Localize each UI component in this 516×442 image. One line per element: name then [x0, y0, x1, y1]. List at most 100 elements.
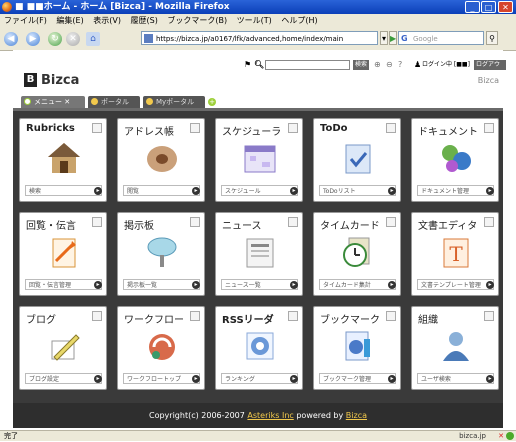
app-card-title[interactable]: ニュース [222, 217, 262, 232]
text-editor-icon[interactable]: T [438, 235, 474, 269]
card-arrow-icon[interactable]: ▸ [94, 281, 102, 289]
card-arrow-icon[interactable]: ▸ [486, 375, 494, 383]
person-icon[interactable] [438, 329, 474, 363]
app-card[interactable]: 掲示板掲示板一覧 ▸ [117, 212, 205, 296]
card-checkbox[interactable] [92, 311, 102, 321]
card-arrow-icon[interactable]: ▸ [192, 281, 200, 289]
app-card-title[interactable]: Rubricks [26, 123, 75, 134]
app-card-title[interactable]: 文書エディタ [418, 217, 477, 232]
forward-icon[interactable]: ▶ [26, 32, 40, 46]
menu-bookmarks[interactable]: ブックマーク(B) [167, 16, 227, 25]
app-search-input[interactable] [265, 60, 350, 70]
magnifier-icon[interactable]: 🔍︎ [254, 60, 264, 70]
add-tab-icon[interactable]: + [208, 98, 216, 106]
card-checkbox[interactable] [288, 311, 298, 321]
card-submenu[interactable]: ニュース一覧 [221, 279, 298, 290]
card-submenu[interactable]: ブックマーク管理 [319, 373, 396, 384]
card-submenu[interactable]: ブログ設定 [25, 373, 102, 384]
clock-icon[interactable] [340, 235, 376, 269]
card-checkbox[interactable] [190, 217, 200, 227]
logout-button[interactable]: ログアウト [474, 60, 506, 78]
menu-edit[interactable]: 編集(E) [56, 16, 83, 25]
app-card-title[interactable]: スケジューラ [222, 123, 281, 138]
house-icon[interactable] [46, 141, 82, 175]
app-card[interactable]: 組織 ユーザ検索 ▸ [411, 306, 499, 390]
card-checkbox[interactable] [92, 217, 102, 227]
calendar-icon[interactable] [242, 141, 278, 175]
url-dropdown-icon[interactable]: ▾ [380, 31, 388, 45]
card-submenu[interactable]: ToDoリスト [319, 185, 396, 196]
menu-tools[interactable]: ツール(T) [237, 16, 272, 25]
app-card[interactable]: タイムカード タイムカード集計 ▸ [313, 212, 401, 296]
card-checkbox[interactable] [288, 217, 298, 227]
card-arrow-icon[interactable]: ▸ [192, 375, 200, 383]
card-submenu[interactable]: タイムカード集計 [319, 279, 396, 290]
card-submenu[interactable]: スケジュール [221, 185, 298, 196]
app-card[interactable]: 回覧・伝言 回覧・伝言管理 ▸ [19, 212, 107, 296]
document-gears-icon[interactable] [438, 141, 474, 175]
rss-icon[interactable] [242, 329, 278, 363]
card-arrow-icon[interactable]: ▸ [388, 375, 396, 383]
menu-file[interactable]: ファイル(F) [4, 16, 47, 25]
app-card[interactable]: Rubricks 検索 ▸ [19, 118, 107, 202]
workflow-icon[interactable] [144, 329, 180, 363]
app-card[interactable]: ブックマークブックマーク管理 ▸ [313, 306, 401, 390]
card-submenu[interactable]: 閲覧 [123, 185, 200, 196]
menu-help[interactable]: ヘルプ(H) [281, 16, 317, 25]
search-go-icon[interactable]: ⚲ [486, 31, 498, 45]
app-card[interactable]: 文書エディタ T 文書テンプレート管理 ▸ [411, 212, 499, 296]
card-submenu[interactable]: ドキュメント管理 [417, 185, 494, 196]
card-arrow-icon[interactable]: ▸ [94, 375, 102, 383]
app-card-title[interactable]: RSSリーダ [222, 311, 274, 326]
todo-check-icon[interactable] [340, 141, 376, 175]
card-arrow-icon[interactable]: ▸ [486, 187, 494, 195]
tab-portal[interactable]: ポータル [88, 96, 140, 108]
card-checkbox[interactable] [190, 123, 200, 133]
card-checkbox[interactable] [288, 123, 298, 133]
app-card-title[interactable]: アドレス帳 [124, 123, 174, 138]
app-card-title[interactable]: 回覧・伝言 [26, 217, 76, 232]
card-arrow-icon[interactable]: ▸ [388, 187, 396, 195]
card-submenu[interactable]: 検索 [25, 185, 102, 196]
address-book-icon[interactable] [144, 141, 180, 175]
url-bar[interactable]: https://bizca.jp/a0167/lfk/advanced,home… [141, 31, 378, 45]
card-arrow-icon[interactable]: ▸ [94, 187, 102, 195]
card-checkbox[interactable] [386, 311, 396, 321]
stop-icon[interactable]: ✕ [66, 32, 80, 46]
card-arrow-icon[interactable]: ▸ [486, 281, 494, 289]
tab-my-portal[interactable]: Myポータル [143, 96, 205, 108]
app-card[interactable]: ワークフロー ワークフロートップ ▸ [117, 306, 205, 390]
card-arrow-icon[interactable]: ▸ [388, 281, 396, 289]
flag-icon[interactable]: ⚑ [244, 60, 251, 70]
search-input[interactable]: G Google [398, 31, 484, 45]
app-card[interactable]: ブログ ブログ設定 ▸ [19, 306, 107, 390]
app-card-title[interactable]: ドキュメント [418, 123, 478, 138]
zoom-out-icon[interactable]: ⊖ [386, 60, 393, 70]
go-icon[interactable]: ▶ [389, 31, 397, 45]
company-link[interactable]: Asteriks Inc [247, 411, 293, 420]
app-card-title[interactable]: 掲示板 [124, 217, 154, 232]
card-checkbox[interactable] [386, 217, 396, 227]
bookmark-icon[interactable] [340, 329, 376, 363]
back-icon[interactable]: ◀ [4, 32, 18, 46]
app-card[interactable]: ニュース ニュース一覧 ▸ [215, 212, 303, 296]
card-submenu[interactable]: 掲示板一覧 [123, 279, 200, 290]
card-checkbox[interactable] [484, 123, 494, 133]
zoom-in-icon[interactable]: ⊕ [374, 60, 381, 70]
card-checkbox[interactable] [190, 311, 200, 321]
app-card-title[interactable]: ToDo [320, 123, 348, 134]
card-arrow-icon[interactable]: ▸ [192, 187, 200, 195]
app-card-title[interactable]: ブックマーク [320, 311, 380, 326]
app-card[interactable]: ToDo ToDoリスト ▸ [313, 118, 401, 202]
minimize-button[interactable]: _ [465, 1, 480, 13]
app-card[interactable]: スケジューラ スケジュール ▸ [215, 118, 303, 202]
app-card[interactable]: アドレス帳閲覧 ▸ [117, 118, 205, 202]
bizca-link[interactable]: Bizca [346, 411, 367, 420]
card-checkbox[interactable] [484, 217, 494, 227]
app-card-title[interactable]: 組織 [418, 311, 438, 326]
card-checkbox[interactable] [386, 123, 396, 133]
card-checkbox[interactable] [92, 123, 102, 133]
card-submenu[interactable]: ワークフロートップ [123, 373, 200, 384]
app-search-button[interactable]: 検索 [353, 60, 370, 70]
card-submenu[interactable]: 文書テンプレート管理 [417, 279, 494, 290]
